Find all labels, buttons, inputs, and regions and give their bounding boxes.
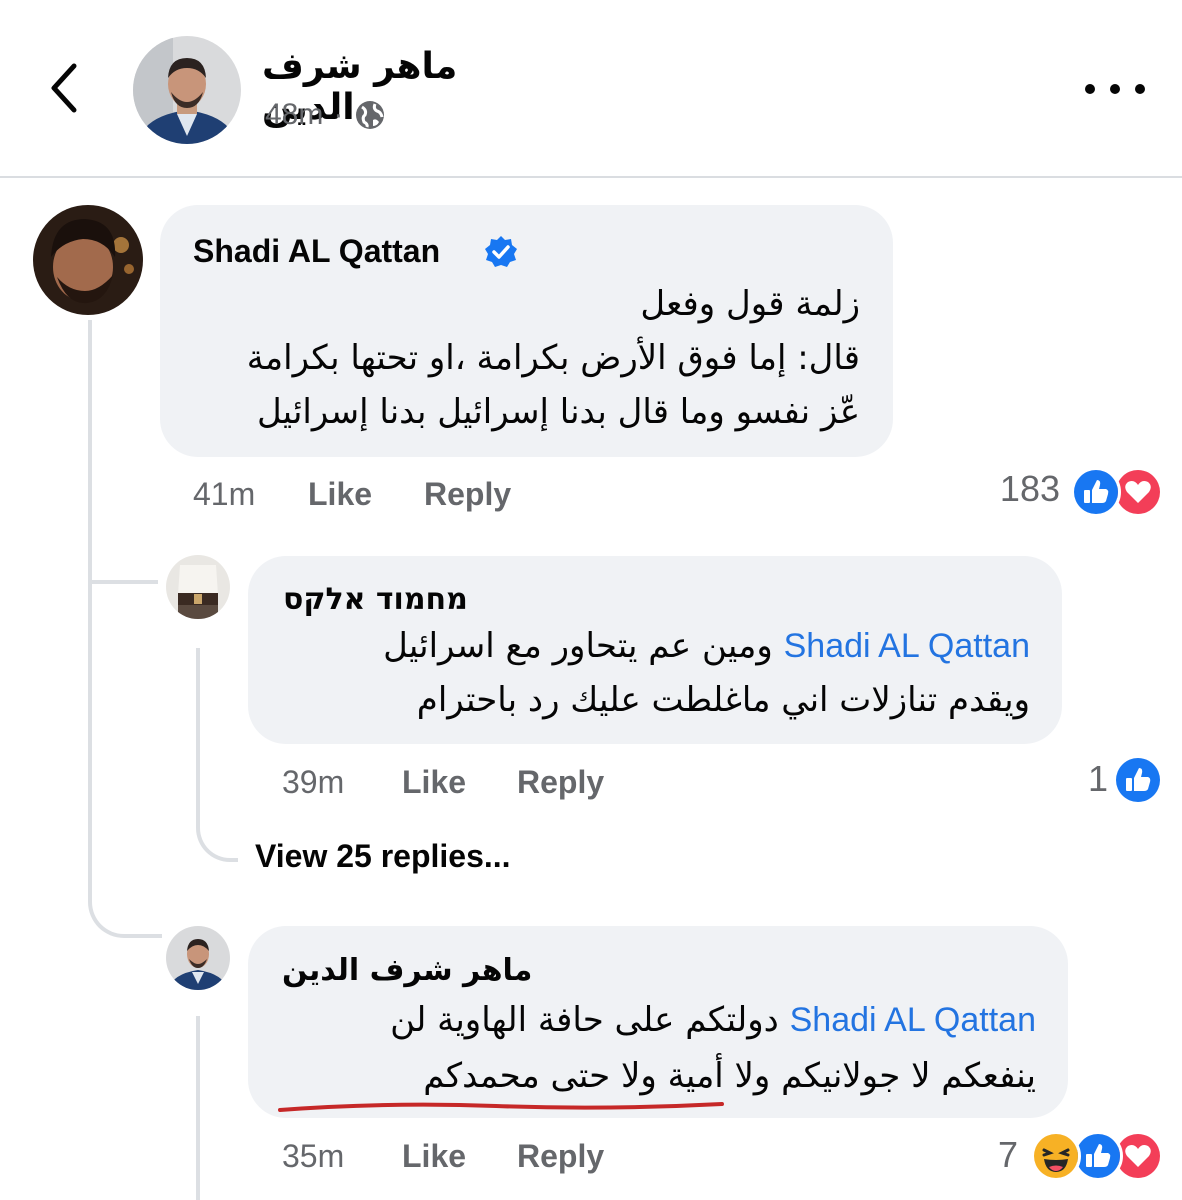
- comment-time[interactable]: 41m: [193, 476, 255, 513]
- view-replies-link[interactable]: View 25 replies...: [255, 838, 511, 875]
- reply-button[interactable]: Reply: [517, 1138, 604, 1175]
- reply-avatar[interactable]: [166, 555, 230, 619]
- thread-line-tail: [196, 1016, 200, 1200]
- reply-author[interactable]: מחמוד אלקס: [283, 582, 468, 617]
- haha-icon: [1031, 1131, 1081, 1181]
- reply-time[interactable]: 39m: [282, 764, 344, 801]
- like-button[interactable]: Like: [308, 476, 372, 513]
- reply-author[interactable]: ماهر شرف الدين: [282, 953, 532, 988]
- comment-author[interactable]: Shadi AL Qattan: [193, 233, 440, 270]
- like-icon: [1113, 755, 1163, 805]
- globe-icon: [356, 101, 385, 129]
- reaction-count[interactable]: 7: [960, 1134, 1018, 1176]
- comment-text-line: زلمة قول وفعل: [640, 284, 860, 324]
- mention-link[interactable]: Shadi AL Qattan: [784, 627, 1030, 665]
- thread-line-main: [88, 320, 162, 938]
- verified-badge-icon: [485, 236, 517, 267]
- header-divider: [0, 176, 1182, 178]
- mention-link[interactable]: Shadi AL Qattan: [790, 1001, 1036, 1039]
- dot-icon: [1110, 84, 1120, 94]
- like-icon: [1071, 467, 1121, 517]
- comment-text-line: عّز نفسو وما قال بدنا إسرائيل بدنا إسرائ…: [256, 392, 860, 432]
- back-button[interactable]: [40, 58, 90, 118]
- like-button[interactable]: Like: [402, 1138, 466, 1175]
- like-button[interactable]: Like: [402, 764, 466, 801]
- chevron-left-icon: [51, 63, 77, 113]
- post-meta: 48m ·: [265, 98, 387, 132]
- dot-icon: [1085, 84, 1095, 94]
- reply-text-line: Shadi AL Qattan ومين عم يتحاور مع اسرائي…: [383, 626, 1030, 666]
- thread-line-reply: [196, 648, 238, 862]
- reply-text-line: Shadi AL Qattan دولتكم على حافة الهاوية …: [390, 1000, 1036, 1040]
- reaction-count[interactable]: 183: [968, 468, 1060, 510]
- reply-text-line: ويقدم تنازلات اني ماغلطت عليك رد باحترام: [416, 680, 1030, 720]
- header-avatar[interactable]: [133, 36, 241, 144]
- reply-text: دولتكم على حافة الهاوية لن: [390, 1000, 779, 1040]
- highlight-underline: [278, 1102, 724, 1112]
- post-header: ماهر شرف الدين 48m ·: [0, 0, 1182, 176]
- reply-text-line: ينفعكم لا جولانيكم ولا أمية ولا حتى محمد…: [423, 1056, 1036, 1096]
- reaction-count[interactable]: 1: [1040, 758, 1108, 800]
- post-time[interactable]: 48m: [265, 98, 323, 132]
- reply-button[interactable]: Reply: [424, 476, 511, 513]
- comment-text-line: قال: إما فوق الأرض بكرامة ،او تحتها بكرا…: [246, 338, 860, 378]
- reply-avatar[interactable]: [166, 926, 230, 990]
- reply-time[interactable]: 35m: [282, 1138, 344, 1175]
- more-options-button[interactable]: [1085, 72, 1145, 106]
- dot-icon: [1135, 84, 1145, 94]
- comment-avatar[interactable]: [33, 205, 143, 315]
- meta-separator: ·: [333, 98, 344, 131]
- thread-line-main-link: [88, 560, 158, 584]
- reply-text: ومين عم يتحاور مع اسرائيل: [383, 626, 773, 666]
- reply-button[interactable]: Reply: [517, 764, 604, 801]
